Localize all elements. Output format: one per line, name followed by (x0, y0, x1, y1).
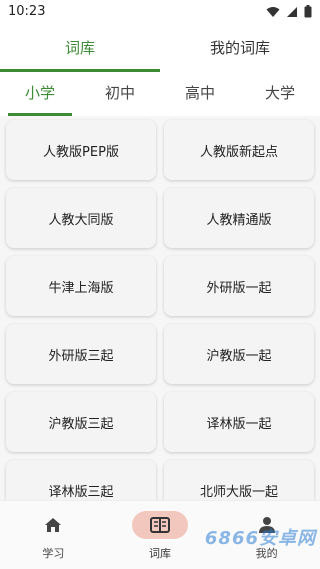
tab-my-library[interactable]: 我的词库 (160, 28, 320, 72)
nav-icon-container (132, 511, 188, 539)
tab-primary-school[interactable]: 小学 (0, 76, 80, 116)
textbook-card[interactable]: 人教版PEP版 (6, 120, 156, 180)
tab-label: 小学 (24, 84, 55, 102)
textbook-card[interactable]: 牛津上海版 (6, 256, 156, 316)
tab-vocabulary-library[interactable]: 词库 (0, 28, 160, 72)
textbook-name: 人教版新起点 (199, 144, 278, 160)
book-icon (150, 517, 170, 533)
textbook-name: 人教精通版 (206, 212, 272, 228)
tab-label: 词库 (64, 39, 95, 57)
nav-study[interactable]: 学习 (0, 501, 107, 569)
level-tabs: 小学 初中 高中 大学 (0, 76, 320, 117)
textbook-card[interactable]: 人教版新起点 (164, 120, 314, 180)
textbook-name: 译林版三起 (48, 484, 114, 500)
nav-icon-container (25, 511, 81, 539)
textbook-card[interactable]: 外研版一起 (164, 256, 314, 316)
tab-junior-high[interactable]: 初中 (80, 76, 160, 116)
signal-icon (287, 6, 297, 17)
textbook-card[interactable]: 译林版一起 (164, 392, 314, 452)
tab-label: 高中 (184, 84, 215, 102)
textbook-grid: 人教版PEP版 人教版新起点 人教大同版 人教精通版 牛津上海版 外研版一起 外… (0, 116, 320, 500)
wifi-icon (266, 6, 280, 17)
status-bar: 10:23 (0, 0, 320, 24)
textbook-name: 译林版一起 (206, 416, 272, 432)
textbook-name: 人教大同版 (48, 212, 114, 228)
tab-label: 大学 (264, 84, 295, 102)
watermark: 6866安卓网 (204, 528, 316, 549)
home-icon (45, 518, 62, 532)
textbook-card[interactable]: 人教大同版 (6, 188, 156, 248)
textbook-name: 北师大版一起 (199, 484, 278, 500)
textbook-name: 沪教版三起 (48, 416, 114, 432)
nav-label: 词库 (149, 547, 171, 560)
battery-icon (304, 5, 312, 18)
tab-university[interactable]: 大学 (240, 76, 320, 116)
status-icons (266, 5, 312, 18)
textbook-card[interactable]: 沪教版一起 (164, 324, 314, 384)
top-tabs: 词库 我的词库 (0, 28, 320, 72)
textbook-card[interactable]: 人教精通版 (164, 188, 314, 248)
status-time: 10:23 (8, 4, 46, 19)
tab-label: 我的词库 (209, 39, 270, 57)
tab-label: 初中 (104, 84, 135, 102)
textbook-card[interactable]: 译林版三起 (6, 460, 156, 500)
textbook-name: 沪教版一起 (206, 348, 272, 364)
nav-label: 学习 (42, 547, 65, 560)
textbook-name: 人教版PEP版 (43, 144, 119, 160)
textbook-card[interactable]: 沪教版三起 (6, 392, 156, 452)
nav-vocabulary[interactable]: 词库 (107, 501, 214, 569)
textbook-name: 牛津上海版 (48, 280, 114, 296)
textbook-name: 外研版三起 (48, 348, 114, 364)
tab-senior-high[interactable]: 高中 (160, 76, 240, 116)
textbook-name: 外研版一起 (206, 280, 272, 296)
textbook-card[interactable]: 北师大版一起 (164, 460, 314, 500)
textbook-card[interactable]: 外研版三起 (6, 324, 156, 384)
